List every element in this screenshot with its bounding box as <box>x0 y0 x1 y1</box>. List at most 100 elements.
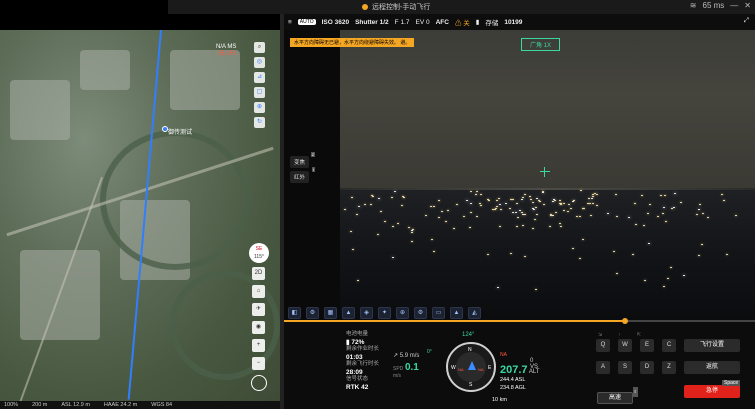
camera-tool-3[interactable]: ▦ <box>324 307 337 319</box>
map-2d-toggle[interactable]: 2D <box>252 267 265 280</box>
camera-tool-4[interactable]: ▲ <box>342 307 355 319</box>
city-light <box>531 207 534 209</box>
ruler-icon[interactable]: ⊿ <box>254 72 265 83</box>
wifi-icon: ≋ <box>689 1 697 10</box>
camera-tool-7[interactable]: ⊕ <box>396 307 409 319</box>
location-icon[interactable]: ◎ <box>254 57 265 68</box>
zoom-camera-button[interactable]: 变焦 Z <box>290 152 316 168</box>
city-light <box>560 204 563 206</box>
pitch-value: 0° <box>427 349 432 355</box>
city-light <box>383 221 386 223</box>
key-hint-1: ⇲ <box>598 332 603 338</box>
fullscreen-icon[interactable]: ⤢ <box>744 17 749 25</box>
iso-value[interactable]: ISO 3620 <box>322 19 349 26</box>
city-light <box>455 203 458 205</box>
camera-toolbar: ◧ ⚙ ▦ ▲ ◈ ✦ ⊕ ⚙ ▭ ▲ ◭ <box>284 305 481 321</box>
city-light <box>470 202 473 204</box>
key-s[interactable]: S <box>618 361 632 374</box>
attitude-na-right: NA <box>478 367 484 372</box>
key-z[interactable]: Z <box>662 361 676 374</box>
city-light <box>480 205 483 207</box>
city-light <box>541 192 544 194</box>
key-q[interactable]: Q <box>596 339 610 352</box>
camera-tool-10[interactable]: ▲ <box>450 307 463 319</box>
speed-mode-button[interactable]: 高速 ⇧ <box>597 387 638 404</box>
battery-label: 电池电量 <box>346 331 369 337</box>
city-light <box>575 215 578 217</box>
obstacle-warning[interactable]: ⚠ 关 <box>455 17 470 27</box>
zoom-in-button[interactable]: + <box>252 339 265 352</box>
key-w[interactable]: W <box>618 339 632 352</box>
minimize-button[interactable]: — <box>730 1 738 10</box>
city-light <box>701 212 704 214</box>
speed-mode-key: ⇧ <box>632 387 638 397</box>
flight-settings-button[interactable]: 飞行设置 <box>684 339 740 352</box>
city-light <box>524 193 527 195</box>
crosshair-icon <box>540 167 550 177</box>
fstop-value[interactable]: F 1.7 <box>395 19 410 26</box>
city-light <box>566 210 569 212</box>
camera-tool-6[interactable]: ✦ <box>378 307 391 319</box>
city-light <box>669 266 672 268</box>
timeline-bar[interactable] <box>284 318 755 324</box>
key-a[interactable]: A <box>596 361 610 374</box>
aircraft-arrow-icon <box>468 361 476 370</box>
city-light <box>552 198 555 200</box>
spd-value: 0.1 <box>404 362 419 373</box>
city-light <box>706 217 709 219</box>
satellite-map[interactable]: 御传测试 N/A MS 55.1Fs ⌕ ◎ ⊿ ▢ ⊕ ↻ SE 115° 2… <box>0 30 280 401</box>
refresh-icon[interactable]: ↻ <box>254 117 265 128</box>
city-light <box>495 205 498 207</box>
target-icon[interactable]: ◉ <box>252 321 265 334</box>
gimbal-key-hints: ⇲ ↑ ⇱ <box>598 332 641 338</box>
battery-value: ▮ 72% <box>346 338 365 346</box>
speed-mode-label: 高速 <box>608 395 621 401</box>
return-home-button[interactable]: 返航 <box>684 361 740 374</box>
camera-tool-9[interactable]: ▭ <box>432 307 445 319</box>
key-c[interactable]: C <box>662 339 676 352</box>
city-light <box>569 208 572 210</box>
camera-tool-11[interactable]: ◭ <box>468 307 481 319</box>
camera-tool-1[interactable]: ◧ <box>288 307 301 319</box>
aircraft-icon[interactable]: ✈ <box>252 303 265 316</box>
map-scale: 100% <box>4 402 19 408</box>
key-d[interactable]: D <box>640 361 654 374</box>
ev-value[interactable]: EV 0 <box>415 19 429 26</box>
camera-tool-5[interactable]: ◈ <box>360 307 373 319</box>
city-light <box>462 215 465 217</box>
camera-tool-8[interactable]: ⚙ <box>414 307 427 319</box>
ir-camera-button[interactable]: 红外 I <box>290 167 316 183</box>
locate-button[interactable] <box>251 375 267 391</box>
emergency-stop-button[interactable]: 急停 <box>684 385 740 398</box>
layers-icon[interactable]: ⊕ <box>254 102 265 113</box>
area-icon[interactable]: ▢ <box>254 87 265 98</box>
timeline-knob[interactable] <box>622 318 628 324</box>
window-title: 远程控制-手动飞行 <box>372 4 431 11</box>
search-icon[interactable]: ⌕ <box>254 42 265 53</box>
warning-text: 水平方向障碍无已避，水平方向绕避障碍失效。 <box>294 40 400 46</box>
key-e[interactable]: E <box>640 339 654 352</box>
map-compass[interactable]: SE 115° <box>249 243 269 263</box>
camera-feed[interactable]: 水平方向障碍无已避，水平方向绕避障碍失效。 避。 广角 1X 变焦 Z 红外 I <box>284 30 755 320</box>
flytime-label: 剩余作业时长 <box>346 346 380 352</box>
distance-value: 10 km <box>492 397 507 403</box>
city-light <box>495 207 498 209</box>
home-icon[interactable]: ⌂ <box>252 285 265 298</box>
city-light <box>532 208 535 210</box>
compass-n: N <box>468 347 472 353</box>
menu-icon[interactable]: ≡ <box>288 19 292 26</box>
rtk-label: 信号状态 <box>346 376 369 382</box>
window-controls: ≋ 65 ms — ✕ <box>690 1 751 10</box>
zoom-indicator[interactable]: 广角 1X <box>521 38 561 51</box>
zoom-out-button[interactable]: − <box>252 357 265 370</box>
close-button[interactable]: ✕ <box>744 1 751 10</box>
city-light <box>591 193 594 195</box>
alt-value: 207.7 <box>500 364 528 376</box>
shutter-value[interactable]: Shutter 1/2 <box>355 19 389 26</box>
af-mode[interactable]: AFC <box>436 19 449 26</box>
map-asl: ASL 12.9 m <box>61 402 90 408</box>
remain-value: 28:09 <box>346 368 363 376</box>
city-light <box>469 190 472 192</box>
camera-tool-2[interactable]: ⚙ <box>306 307 319 319</box>
map-right-tools: 2D ⌂ ✈ ◉ + − <box>252 267 265 370</box>
